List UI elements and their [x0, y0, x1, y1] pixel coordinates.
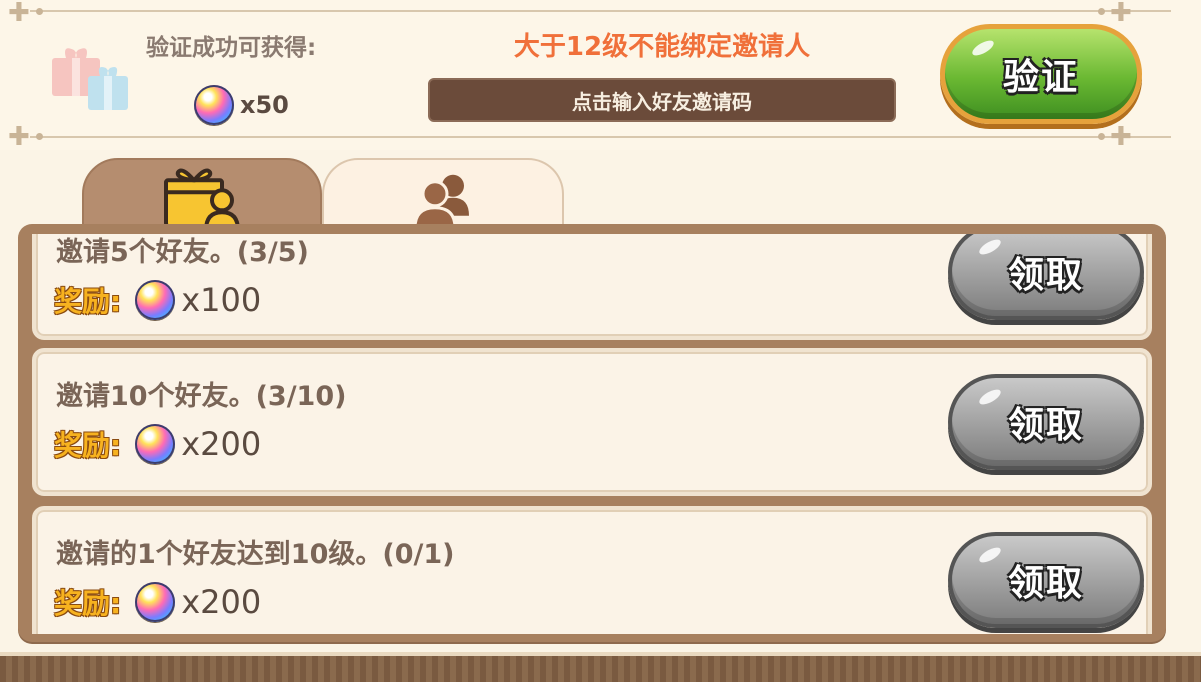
claim-button[interactable]: 领取 — [948, 532, 1144, 628]
gift-box-icon — [52, 48, 128, 110]
reward-amount: x200 — [181, 583, 262, 621]
reward-amount: x200 — [181, 425, 262, 463]
button-shine — [977, 386, 1003, 408]
corner-ornament-icon: ✚ — [1110, 122, 1132, 152]
corner-ornament-icon: ✚ — [1110, 0, 1132, 28]
gift-person-icon — [164, 168, 241, 232]
invite-header-panel: ✚ ✚ ✚ ✚ 验证成功可获得: x50 大于12级不能绑定邀请人 点击输入好友… — [0, 0, 1201, 150]
verify-reward-label: 验证成功可获得: — [146, 35, 317, 61]
verify-button-label: 验证 — [1002, 57, 1079, 98]
corner-ornament-icon: ✚ — [8, 0, 30, 28]
task-reward: 奖励: x200 — [54, 424, 261, 464]
rainbow-orb-icon — [135, 280, 176, 320]
task-title: 邀请5个好友。(3/5) — [56, 237, 309, 268]
claim-button-label: 领取 — [1007, 563, 1084, 604]
verify-reward-amount: x50 — [240, 91, 289, 119]
verify-button[interactable]: 验证 — [940, 24, 1142, 124]
claim-button-label: 领取 — [1007, 405, 1084, 446]
task-title: 邀请10个好友。(3/10) — [56, 381, 347, 412]
claim-button[interactable]: 领取 — [948, 234, 1144, 320]
corner-dot-icon — [1098, 8, 1105, 15]
corner-dot-icon — [36, 8, 43, 15]
button-shine — [977, 544, 1003, 566]
claim-button-label: 领取 — [1007, 255, 1084, 296]
reward-tag: 奖励: — [54, 285, 122, 318]
task-list-panel: 邀请5个好友。(3/5) 奖励: x100 领取 邀请10个好友。(3/10) … — [18, 224, 1166, 642]
tab-friends[interactable] — [322, 158, 564, 233]
task-item: 邀请10个好友。(3/10) 奖励: x200 领取 — [32, 348, 1152, 496]
task-item: 邀请的1个好友达到10级。(0/1) 奖励: x200 领取 — [32, 506, 1152, 634]
task-title: 邀请的1个好友达到10级。(0/1) — [56, 539, 455, 570]
tab-gift-rewards[interactable] — [82, 158, 322, 233]
top-divider — [30, 10, 1171, 12]
bottom-divider — [30, 136, 1171, 138]
friends-icon — [413, 174, 469, 228]
reward-tag: 奖励: — [54, 587, 122, 620]
reward-amount: x100 — [181, 281, 262, 319]
task-item: 邀请5个好友。(3/5) 奖励: x100 领取 — [32, 234, 1152, 340]
task-reward: 奖励: x200 — [54, 582, 261, 622]
reward-tag: 奖励: — [54, 429, 122, 462]
rainbow-orb-icon — [194, 85, 234, 125]
corner-dot-icon — [36, 133, 43, 140]
corner-dot-icon — [1098, 133, 1105, 140]
button-shine — [970, 37, 996, 59]
rainbow-orb-icon — [135, 424, 176, 464]
invite-code-input[interactable]: 点击输入好友邀请码 — [428, 78, 896, 122]
verify-reward: x50 — [194, 84, 289, 126]
button-shine — [977, 236, 1003, 258]
corner-ornament-icon: ✚ — [8, 122, 30, 152]
task-reward: 奖励: x100 — [54, 280, 261, 320]
level-limit-warning: 大于12级不能绑定邀请人 — [513, 32, 811, 62]
rainbow-orb-icon — [135, 582, 176, 622]
task-list-scroll[interactable]: 邀请5个好友。(3/5) 奖励: x100 领取 邀请10个好友。(3/10) … — [32, 234, 1152, 634]
claim-button[interactable]: 领取 — [948, 374, 1144, 470]
